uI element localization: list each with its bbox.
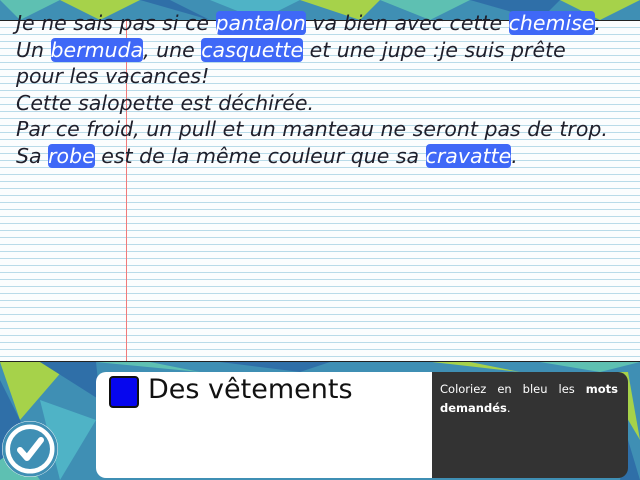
sentence-4: Par ce froid, un pull et un manteau ne s… xyxy=(16,116,616,143)
sentence-5: Sa robe est de la même couleur que sa cr… xyxy=(16,143,616,170)
highlighted-word[interactable]: casquette xyxy=(201,37,304,62)
instruction-end: . xyxy=(506,401,511,415)
instruction-text: Coloriez en bleu les xyxy=(440,382,586,396)
sentence-1: Je ne sais pas si ce pantalon va bien av… xyxy=(16,10,616,37)
sentence-text[interactable]: va bien avec cette xyxy=(306,11,509,35)
sentence-text[interactable]: . xyxy=(511,144,518,168)
validate-button[interactable] xyxy=(2,421,58,477)
sentence-text[interactable]: Je ne sais pas si ce xyxy=(16,11,216,35)
highlighted-word[interactable]: pantalon xyxy=(215,11,306,35)
sentence-text[interactable]: , une xyxy=(143,38,201,62)
sentence-text[interactable]: Cette salopette est déchirée. xyxy=(16,91,314,115)
category-panel: Des vêtements xyxy=(96,372,432,478)
sentence-text[interactable]: . xyxy=(595,11,602,35)
instruction-panel: Coloriez en bleu les mots demandés. xyxy=(432,372,628,478)
sentences-area: Je ne sais pas si ce pantalon va bien av… xyxy=(16,10,616,169)
sentence-text[interactable]: Par ce froid, un pull et un manteau ne s… xyxy=(16,117,608,141)
highlighted-word[interactable]: robe xyxy=(48,143,95,168)
highlighted-word[interactable]: chemise xyxy=(508,11,595,35)
highlighted-word[interactable]: bermuda xyxy=(50,37,144,62)
sentence-3: Cette salopette est déchirée. xyxy=(16,90,616,117)
sentence-text[interactable]: Sa xyxy=(16,144,48,168)
highlighted-word[interactable]: cravatte xyxy=(425,143,512,168)
sentence-text[interactable]: est de la même couleur que sa xyxy=(95,144,426,168)
sentence-2: Un bermuda, une casquette et une jupe :j… xyxy=(16,37,616,90)
checkmark-icon xyxy=(2,421,58,477)
category-title: Des vêtements xyxy=(148,374,353,405)
blue-color-swatch[interactable] xyxy=(109,376,139,408)
sentence-text[interactable]: Un xyxy=(16,38,51,62)
